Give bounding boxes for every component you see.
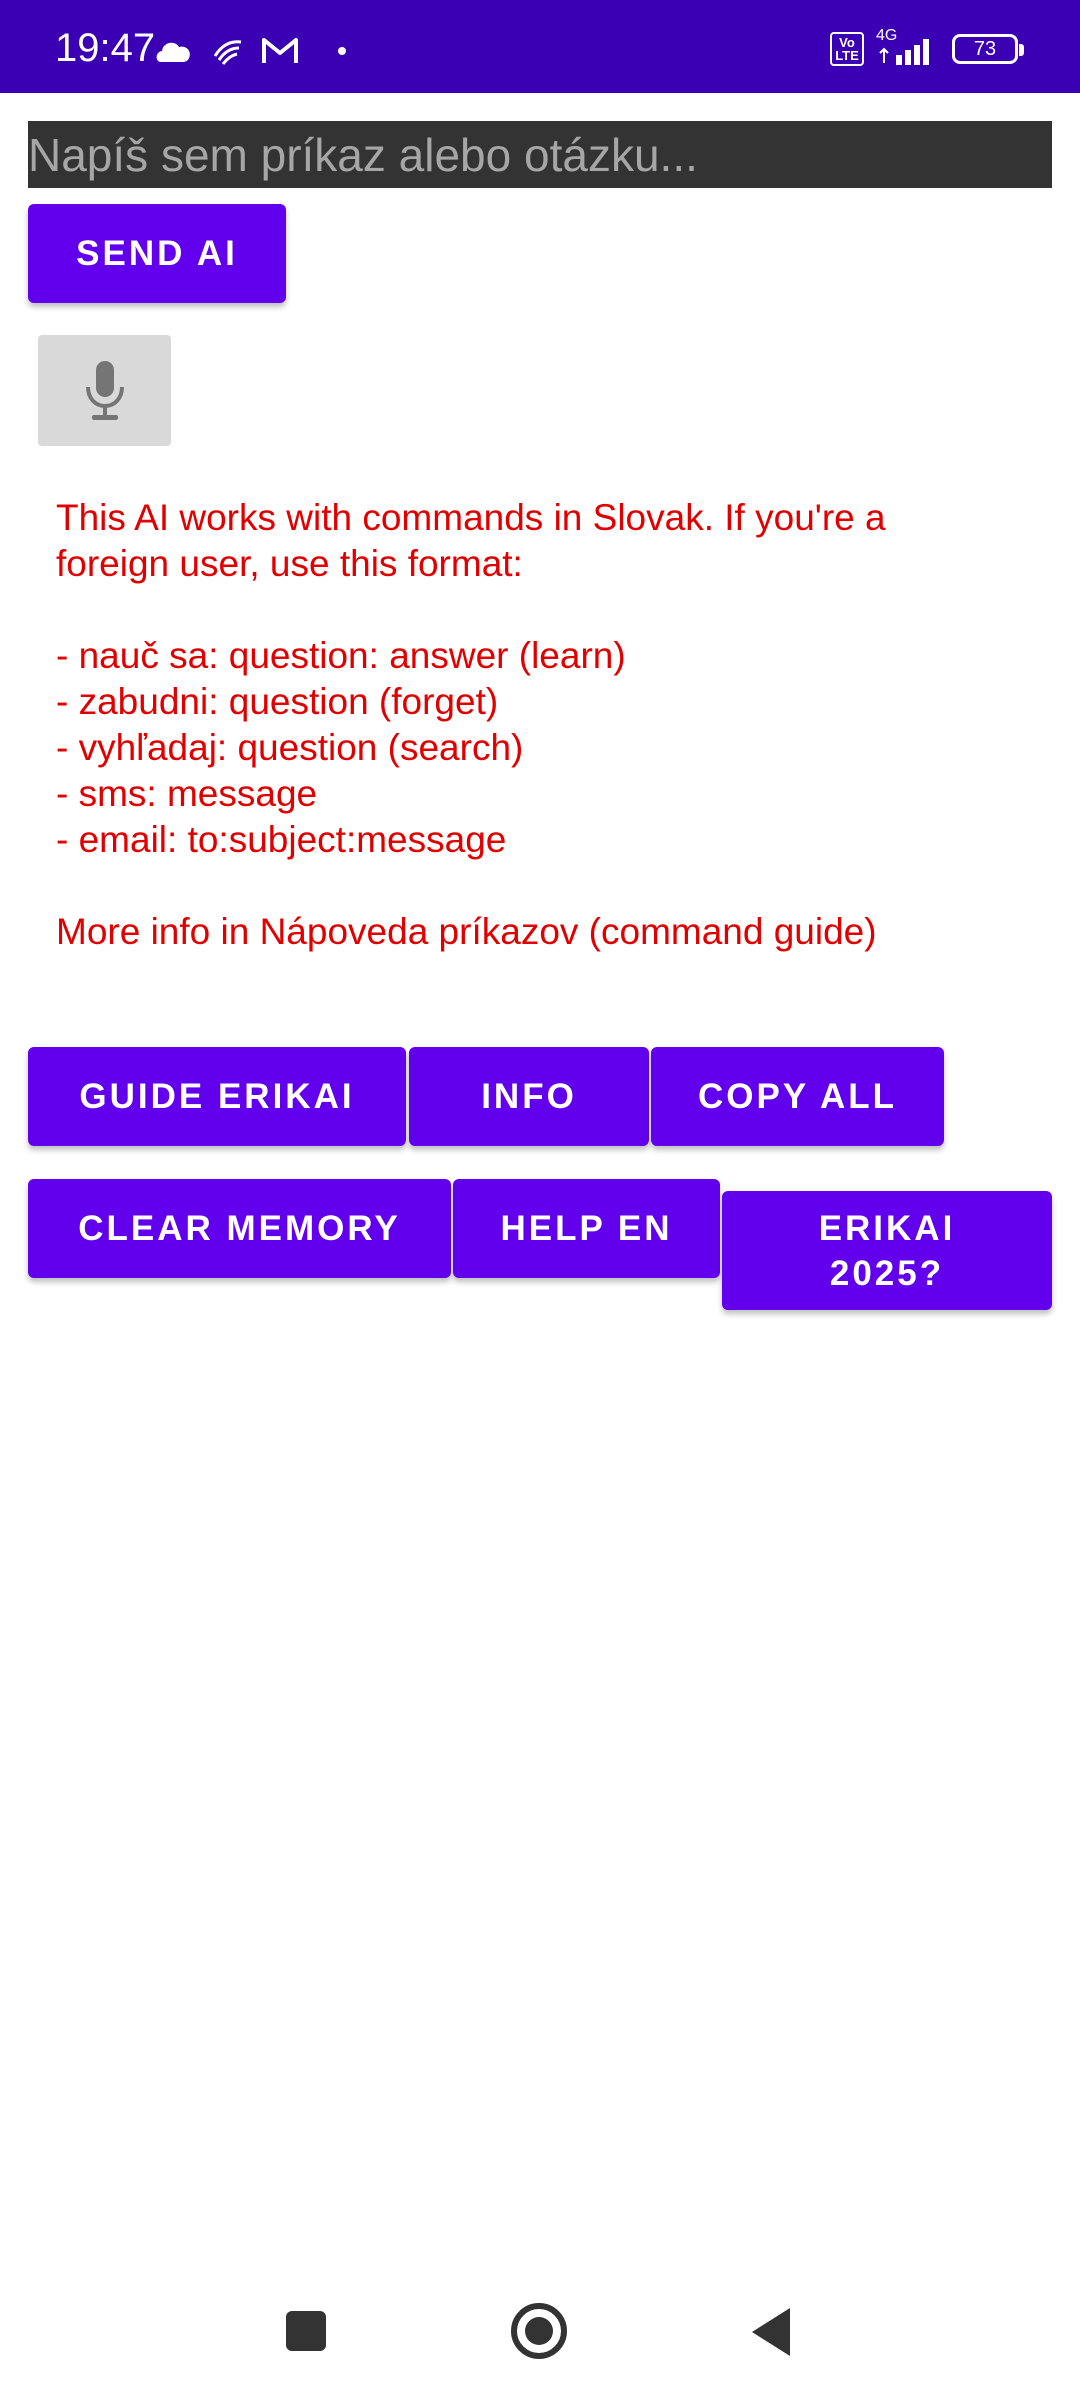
clear-memory-button[interactable]: CLEAR MEMORY: [28, 1179, 451, 1278]
info-line: foreign user, use this format:: [56, 543, 523, 584]
gmail-icon: [262, 38, 298, 63]
info-line: This AI works with commands in Slovak. I…: [56, 497, 886, 538]
signal-icon: 4G: [876, 27, 940, 65]
navigation-bar: [0, 2290, 1080, 2370]
command-example: - vyhľadaj: question (search): [56, 727, 524, 768]
notification-icons: [155, 36, 347, 66]
dot-icon: [338, 47, 346, 55]
info-footer: More info in Nápoveda príkazov (command …: [56, 911, 877, 952]
microphone-icon: [85, 360, 124, 420]
back-button[interactable]: [752, 2308, 790, 2356]
recent-apps-button[interactable]: [286, 2311, 326, 2351]
send-ai-button[interactable]: SEND AI: [28, 204, 286, 303]
instructions-text: This AI works with commands in Slovak. I…: [56, 495, 1056, 955]
battery-icon: 73: [952, 34, 1024, 64]
command-example: - email: to:subject:message: [56, 819, 507, 860]
command-input[interactable]: [28, 121, 1052, 188]
microphone-button[interactable]: [38, 335, 171, 446]
cloud-icon: [156, 42, 190, 62]
command-example: - sms: message: [56, 773, 318, 814]
command-example: - zabudni: question (forget): [56, 681, 499, 722]
copy-all-button[interactable]: COPY ALL: [651, 1047, 944, 1146]
info-button[interactable]: INFO: [409, 1047, 649, 1146]
system-status: Vo LTE 4G 73: [830, 27, 1024, 66]
guide-erikai-button[interactable]: GUIDE ERIKAI: [28, 1047, 406, 1146]
status-time: 19:47: [55, 26, 156, 70]
erikai-2025-button[interactable]: ERIKAI 2025?: [722, 1191, 1052, 1310]
command-example: - nauč sa: question: answer (learn): [56, 635, 626, 676]
help-en-button[interactable]: HELP EN: [453, 1179, 720, 1278]
status-bar: 19:47 Vo LTE 4G 73: [0, 0, 1080, 93]
weather-icon: [213, 40, 242, 65]
volte-icon: Vo LTE: [830, 32, 864, 66]
home-button[interactable]: [511, 2303, 567, 2359]
